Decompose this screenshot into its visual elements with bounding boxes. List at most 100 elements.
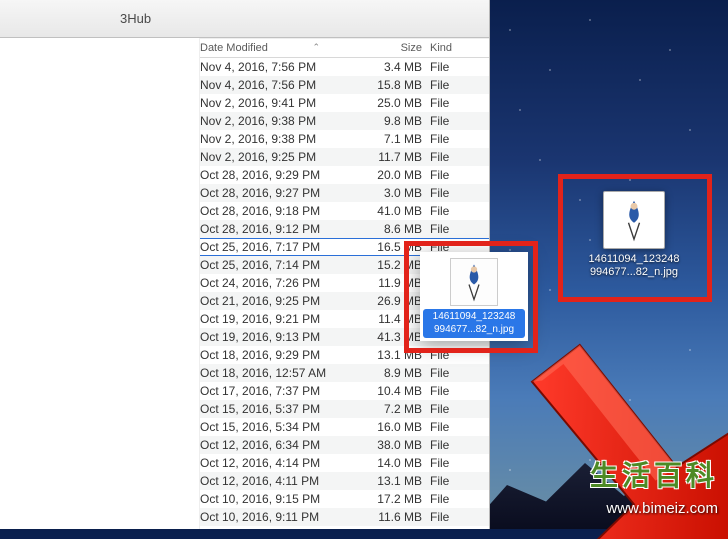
file-date: Nov 2, 2016, 9:38 PM [200, 114, 370, 128]
file-row[interactable]: Oct 12, 2016, 6:34 PM38.0 MBFile [200, 436, 489, 454]
file-size: 14.0 MB [370, 456, 430, 470]
file-date: Oct 10, 2016, 9:11 PM [200, 510, 370, 524]
kind-column-header[interactable]: Kind [430, 42, 470, 54]
file-kind: File [430, 96, 470, 110]
file-kind: File [430, 366, 470, 380]
file-date: Oct 28, 2016, 9:12 PM [200, 222, 370, 236]
file-size: 41.0 MB [370, 204, 430, 218]
file-date: Oct 25, 2016, 7:17 PM [200, 240, 370, 254]
file-size: 9.8 MB [370, 114, 430, 128]
file-row[interactable]: Oct 18, 2016, 12:57 AM8.9 MBFile [200, 364, 489, 382]
file-size: 8.9 MB [370, 366, 430, 380]
size-column-header[interactable]: Size [370, 42, 430, 54]
file-row[interactable]: Oct 12, 2016, 4:14 PM14.0 MBFile [200, 454, 489, 472]
file-row[interactable]: Oct 18, 2016, 9:29 PM13.1 MBFile [200, 346, 489, 364]
file-size: 13.1 MB [370, 474, 430, 488]
file-row[interactable]: Oct 28, 2016, 9:27 PM3.0 MBFile [200, 184, 489, 202]
file-date: Oct 28, 2016, 9:18 PM [200, 204, 370, 218]
file-size: 20.0 MB [370, 168, 430, 182]
thumbnail-image [450, 258, 498, 306]
file-kind: File [430, 384, 470, 398]
file-kind: File [430, 420, 470, 434]
file-row[interactable]: Nov 2, 2016, 9:38 PM7.1 MBFile [200, 130, 489, 148]
file-size: 3.0 MB [370, 186, 430, 200]
file-size: 10.4 MB [370, 384, 430, 398]
file-date: Oct 19, 2016, 9:21 PM [200, 312, 370, 326]
date-column-label: Date Modified [200, 42, 268, 54]
file-date: Oct 15, 2016, 5:37 PM [200, 402, 370, 416]
file-kind: File [430, 492, 470, 506]
file-row[interactable]: Oct 28, 2016, 9:12 PM8.6 MBFile [200, 220, 489, 238]
window-title: 3Hub [120, 11, 151, 26]
file-size: 38.0 MB [370, 438, 430, 452]
file-date: Oct 19, 2016, 9:13 PM [200, 330, 370, 344]
file-size: 7.2 MB [370, 402, 430, 416]
file-kind: File [430, 348, 470, 362]
file-date: Oct 28, 2016, 9:29 PM [200, 168, 370, 182]
desktop-thumbnail-image [603, 191, 665, 249]
file-row[interactable]: Oct 17, 2016, 7:37 PM10.4 MBFile [200, 382, 489, 400]
file-size: 11.6 MB [370, 510, 430, 524]
name-column-area[interactable] [0, 38, 200, 529]
file-kind: File [430, 456, 470, 470]
file-date: Nov 2, 2016, 9:41 PM [200, 96, 370, 110]
file-kind: File [430, 204, 470, 218]
file-row[interactable]: Oct 10, 2016, 9:11 PM11.6 MBFile [200, 508, 489, 526]
file-size: 17.2 MB [370, 492, 430, 506]
dragged-file-thumbnail[interactable]: 14611094_123248 994677...82_n.jpg [420, 252, 528, 341]
watermark-text-cn: 生活百科 [590, 454, 718, 494]
file-date: Oct 12, 2016, 4:14 PM [200, 456, 370, 470]
file-date: Oct 18, 2016, 12:57 AM [200, 366, 370, 380]
file-kind: File [430, 186, 470, 200]
file-row[interactable]: Oct 28, 2016, 9:18 PM41.0 MBFile [200, 202, 489, 220]
file-date: Oct 12, 2016, 6:34 PM [200, 438, 370, 452]
file-date: Oct 18, 2016, 9:29 PM [200, 348, 370, 362]
file-date: Nov 2, 2016, 9:25 PM [200, 150, 370, 164]
file-date: Oct 21, 2016, 9:25 PM [200, 294, 370, 308]
file-row[interactable]: Oct 15, 2016, 5:34 PM16.0 MBFile [200, 418, 489, 436]
file-kind: File [430, 132, 470, 146]
file-date: Oct 28, 2016, 9:27 PM [200, 186, 370, 200]
finder-window: 3Hub Date Modified ⌃ Size Kind Nov 4, 20… [0, 0, 490, 529]
desktop-file-name: 14611094_123248 994677...82_n.jpg [589, 253, 680, 279]
window-toolbar[interactable]: 3Hub [0, 0, 489, 38]
sort-arrow-icon: ⌃ [312, 42, 320, 53]
file-size: 16.0 MB [370, 420, 430, 434]
desktop-file-name-line2: 994677...82_n.jpg [589, 266, 680, 279]
dragged-file-name-line2: 994677...82_n.jpg [427, 324, 521, 337]
file-date: Oct 15, 2016, 5:34 PM [200, 420, 370, 434]
file-kind: File [430, 78, 470, 92]
date-column-header[interactable]: Date Modified ⌃ [200, 42, 370, 54]
file-row[interactable]: Oct 10, 2016, 9:15 PM17.2 MBFile [200, 490, 489, 508]
file-row[interactable]: Nov 2, 2016, 9:38 PM9.8 MBFile [200, 112, 489, 130]
file-date: Oct 25, 2016, 7:14 PM [200, 258, 370, 272]
file-kind: File [430, 150, 470, 164]
desktop-file-name-line1: 14611094_123248 [589, 253, 680, 266]
file-row[interactable]: Nov 2, 2016, 9:41 PM25.0 MBFile [200, 94, 489, 112]
file-kind: File [430, 474, 470, 488]
file-date: Nov 2, 2016, 9:38 PM [200, 132, 370, 146]
file-kind: File [430, 222, 470, 236]
file-size: 25.0 MB [370, 96, 430, 110]
file-row[interactable]: Nov 4, 2016, 7:56 PM15.8 MBFile [200, 76, 489, 94]
file-size: 15.8 MB [370, 78, 430, 92]
file-row[interactable]: Nov 2, 2016, 9:25 PM11.7 MBFile [200, 148, 489, 166]
file-date: Oct 12, 2016, 4:11 PM [200, 474, 370, 488]
file-size: 8.6 MB [370, 222, 430, 236]
file-row[interactable]: Oct 28, 2016, 9:29 PM20.0 MBFile [200, 166, 489, 184]
file-date: Oct 10, 2016, 9:15 PM [200, 492, 370, 506]
desktop-file-icon[interactable]: 14611094_123248 994677...82_n.jpg [574, 191, 694, 279]
file-date: Nov 4, 2016, 7:56 PM [200, 60, 370, 74]
file-row[interactable]: Oct 12, 2016, 4:11 PM13.1 MBFile [200, 472, 489, 490]
file-kind: File [430, 402, 470, 416]
file-size: 11.7 MB [370, 150, 430, 164]
file-size: 13.1 MB [370, 348, 430, 362]
file-row[interactable]: Oct 15, 2016, 5:37 PM7.2 MBFile [200, 400, 489, 418]
file-size: 7.1 MB [370, 132, 430, 146]
dragged-file-name-line1: 14611094_123248 [427, 311, 521, 324]
file-kind: File [430, 60, 470, 74]
file-size: 3.4 MB [370, 60, 430, 74]
dragged-file-name: 14611094_123248 994677...82_n.jpg [423, 309, 525, 338]
file-row[interactable]: Nov 4, 2016, 7:56 PM3.4 MBFile [200, 58, 489, 76]
file-kind: File [430, 114, 470, 128]
